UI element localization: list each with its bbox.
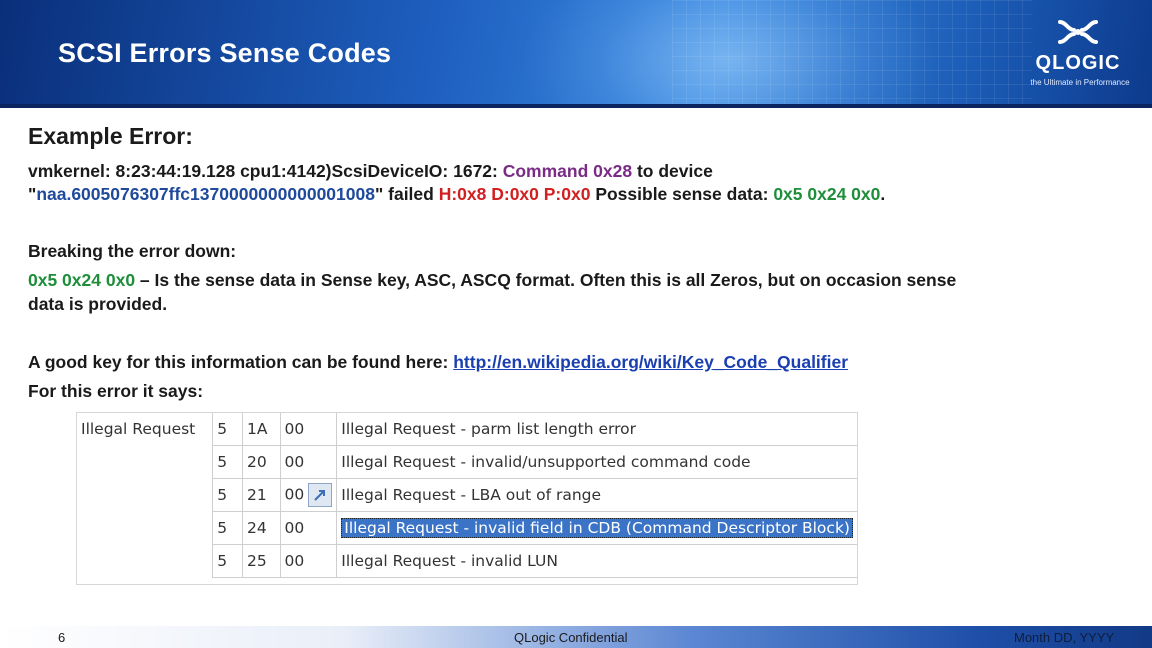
table-row-selected: 5 24 00 Illegal Request - invalid field … xyxy=(77,511,857,545)
logo-wordmark: QLOGIC xyxy=(1035,52,1121,74)
wikipedia-link[interactable]: http://en.wikipedia.org/wiki/Key_Code_Qu… xyxy=(453,352,848,372)
sense-data: 0x5 0x24 0x0 xyxy=(773,184,881,204)
key-line: A good key for this information can be f… xyxy=(28,352,849,372)
table-row: Illegal Request 5 1A 00 Illegal Request … xyxy=(77,413,857,446)
logo-tagline: the Ultimate in Performance xyxy=(1030,78,1130,87)
date-label: Month DD, YYYY xyxy=(1014,630,1115,645)
says-line: For this error it says: xyxy=(28,381,204,401)
host-device-plugin-status: H:0x8 D:0x0 P:0x0 xyxy=(438,184,591,204)
confidential-label: QLogic Confidential xyxy=(514,630,628,645)
selected-description[interactable]: Illegal Request - invalid field in CDB (… xyxy=(341,518,853,538)
slide-footer: 6 QLogic Confidential Month DD, YYYY xyxy=(0,626,1152,648)
sense-code-table: Illegal Request 5 1A 00 Illegal Request … xyxy=(76,412,858,585)
explain-line-2: data is provided. xyxy=(28,294,168,314)
table-row: 5 25 00 Illegal Request - invalid LUN xyxy=(77,544,857,578)
paste-options-icon[interactable] xyxy=(308,483,333,507)
category-cell: Illegal Request xyxy=(77,413,214,446)
device-id: naa.6005076307ffc1370000000000001008 xyxy=(36,184,375,204)
table-row: 5 21 00 Illegal Request - LBA out of ran… xyxy=(77,478,857,512)
page-number: 6 xyxy=(58,630,66,645)
error-line-1: vmkernel: 8:23:44:19.128 cpu1:4142)ScsiD… xyxy=(28,161,713,181)
example-heading: Example Error: xyxy=(28,123,193,149)
slide-header: SCSI Errors Sense Codes QLOGIC the Ultim… xyxy=(0,0,1152,108)
breaking-label: Breaking the error down: xyxy=(28,241,237,261)
sense-data-explained: 0x5 0x24 0x0 xyxy=(28,270,136,290)
table-row: 5 20 00 Illegal Request - invalid/unsupp… xyxy=(77,445,857,479)
slide-title: SCSI Errors Sense Codes xyxy=(58,38,392,68)
qlogic-logo-icon: QLOGIC the Ultimate in Performance xyxy=(1022,16,1134,96)
error-line-2: "naa.6005076307ffc1370000000000001008" f… xyxy=(28,184,886,204)
explain-line-1: 0x5 0x24 0x0 – Is the sense data in Sens… xyxy=(28,270,957,290)
qlogic-mark-icon xyxy=(1058,20,1098,44)
command-text: Command 0x28 xyxy=(502,161,633,181)
